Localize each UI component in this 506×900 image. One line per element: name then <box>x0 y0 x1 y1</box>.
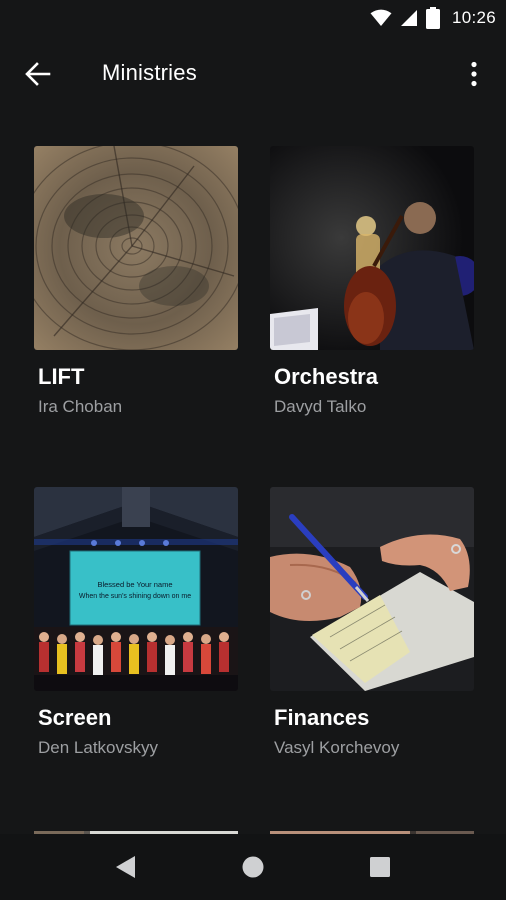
ministry-card-partial[interactable] <box>34 826 238 834</box>
ministry-title: LIFT <box>38 364 85 389</box>
ministry-card-orchestra[interactable]: Orchestra Davyd Talko <box>270 146 474 416</box>
ministry-leader: Den Latkovskyy <box>38 738 158 757</box>
nav-recents-button[interactable] <box>360 847 400 887</box>
battery-icon <box>425 7 440 29</box>
navigation-bar <box>0 834 506 900</box>
status-bar: 10:26 <box>0 0 506 36</box>
arrow-left-icon <box>25 62 51 86</box>
ministry-leader: Vasyl Korchevoy <box>274 738 400 757</box>
more-options-button[interactable] <box>456 56 492 92</box>
page-title: Ministries <box>102 60 197 85</box>
home-circle-icon <box>242 856 264 878</box>
ministry-card-lift[interactable]: LIFT Ira Choban <box>34 146 238 416</box>
ministry-title: Screen <box>38 705 112 730</box>
ministry-card-finances[interactable]: Finances Vasyl Korchevoy <box>270 487 474 757</box>
ministry-leader: Ira Choban <box>38 397 123 416</box>
nav-home-button[interactable] <box>233 847 273 887</box>
more-vert-icon <box>471 61 477 87</box>
recents-square-icon <box>370 857 390 877</box>
wood-rings-image <box>34 146 238 350</box>
ministry-card-screen[interactable]: Blessed be Your name When the sun's shin… <box>34 487 238 757</box>
ministry-card-partial[interactable] <box>270 826 474 834</box>
status-time: 10:26 <box>451 8 496 27</box>
projection-line2: When the sun's shining down on me <box>79 593 191 600</box>
projection-line1: Blessed be Your name <box>97 580 172 589</box>
status-icons: 10:26 <box>370 6 496 30</box>
ministry-leader: Davyd Talko <box>274 397 367 416</box>
back-triangle-icon <box>116 856 135 878</box>
writing-check-image <box>270 487 474 691</box>
back-button[interactable] <box>18 56 58 92</box>
cellist-image <box>270 146 474 350</box>
ministries-grid: LIFT Ira Choban Orchestra Davyd Talko Bl… <box>0 112 506 834</box>
nav-back-button[interactable] <box>106 847 146 887</box>
wifi-icon <box>370 9 392 26</box>
app-bar: Ministries <box>0 36 506 112</box>
cell-signal-icon <box>400 10 417 26</box>
ministry-title: Finances <box>274 705 370 730</box>
ministry-title: Orchestra <box>274 364 378 389</box>
choir-stage-image: Blessed be Your name When the sun's shin… <box>34 487 238 691</box>
